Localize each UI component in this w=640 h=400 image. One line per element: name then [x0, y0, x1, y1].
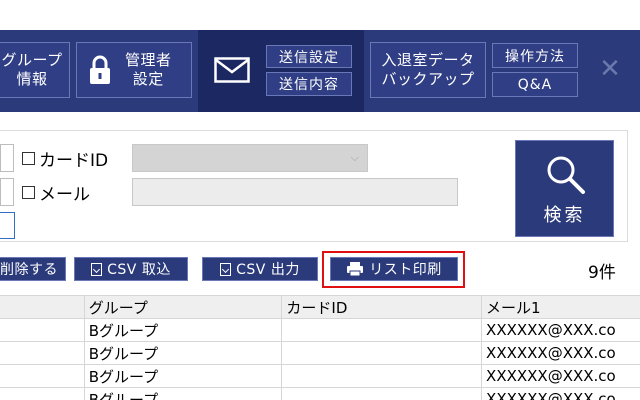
- search-icon: [547, 156, 585, 194]
- user-table: グループ カードID メール1 Bグループ XXXXXX@XXX.co Bグルー…: [0, 295, 640, 400]
- cell-name: [0, 387, 85, 400]
- email-input[interactable]: [132, 178, 458, 206]
- qa-label: Q&A: [517, 76, 553, 93]
- column-header-name[interactable]: [0, 295, 85, 319]
- csv-import-label: CSV 取込: [107, 262, 171, 278]
- delete-button[interactable]: 削除する: [0, 257, 66, 281]
- cell-name: [0, 364, 85, 388]
- search-button-label: 検索: [543, 205, 586, 226]
- lock-icon: [90, 55, 110, 84]
- howto-label: 操作方法: [505, 48, 565, 65]
- email-filter[interactable]: メール: [22, 180, 90, 205]
- file-export-icon: [220, 262, 232, 276]
- card-id-select[interactable]: ⌵: [132, 144, 368, 172]
- cell-group: Bグループ: [83, 364, 283, 388]
- focused-field-stub[interactable]: [0, 212, 15, 239]
- group-info-button[interactable]: グループ 情報: [0, 42, 70, 98]
- send-settings-label: 送信設定: [279, 49, 339, 66]
- close-icon[interactable]: ✕: [596, 55, 624, 83]
- cell-card-id: [281, 387, 483, 400]
- delete-label: 削除する: [0, 262, 58, 278]
- cell-card-id: [281, 341, 483, 365]
- cell-email1: XXXXXX@XXX.co: [481, 387, 640, 400]
- cell-group: Bグループ: [83, 387, 283, 400]
- chevron-down-icon: ⌵: [350, 151, 359, 164]
- email-checkbox[interactable]: [22, 185, 35, 199]
- file-import-icon: [91, 262, 103, 276]
- admin-settings-label: 管理者 設定: [125, 51, 172, 88]
- cell-card-id: [281, 318, 483, 342]
- cell-name: [0, 341, 85, 365]
- qa-button[interactable]: Q&A: [492, 72, 578, 97]
- table-header-row: グループ カードID メール1: [0, 295, 640, 319]
- howto-button[interactable]: 操作方法: [492, 43, 578, 68]
- column-header-email1[interactable]: メール1: [481, 295, 640, 319]
- table-row[interactable]: Bグループ XXXXXX@XXX.co: [0, 341, 640, 365]
- admin-settings-button[interactable]: 管理者 設定: [76, 42, 192, 98]
- table-row[interactable]: Bグループ XXXXXX@XXX.co: [0, 364, 640, 388]
- cell-email1: XXXXXX@XXX.co: [481, 318, 640, 342]
- search-button[interactable]: 検索: [515, 140, 614, 237]
- card-id-filter[interactable]: カードID: [22, 146, 109, 171]
- cell-group: Bグループ: [83, 318, 283, 342]
- cell-email1: XXXXXX@XXX.co: [481, 341, 640, 365]
- backup-button[interactable]: 入退室データ バックアップ: [370, 42, 486, 98]
- group-info-label: グループ 情報: [1, 51, 63, 88]
- main-nav: グループ 情報 管理者 設定 送信設定 送信内容 入退室データ バックアップ 操…: [0, 30, 640, 112]
- cell-email1: XXXXXX@XXX.co: [481, 364, 640, 388]
- cell-name: [0, 318, 85, 342]
- send-content-label: 送信内容: [279, 77, 339, 93]
- card-id-label: カードID: [39, 150, 109, 171]
- column-header-card-id[interactable]: カードID: [281, 295, 483, 319]
- column-header-group[interactable]: グループ: [83, 295, 283, 319]
- highlight-box: [322, 251, 465, 288]
- prev-field-stub-2[interactable]: [0, 178, 14, 206]
- csv-export-label: CSV 出力: [236, 262, 300, 278]
- top-bar: グループ 情報 管理者 設定 送信設定 送信内容 入退室データ バックアップ 操…: [0, 0, 640, 112]
- csv-import-button[interactable]: CSV 取込: [74, 257, 188, 281]
- table-row[interactable]: Bグループ XXXXXX@XXX.co: [0, 318, 640, 342]
- backup-label: 入退室データ バックアップ: [381, 51, 475, 88]
- csv-export-button[interactable]: CSV 出力: [202, 257, 318, 281]
- card-id-checkbox[interactable]: [22, 151, 35, 165]
- mail-icon: [214, 57, 250, 83]
- cell-card-id: [281, 364, 483, 388]
- prev-field-stub-1[interactable]: [0, 144, 14, 172]
- table-row[interactable]: Bグループ XXXXXX@XXX.co: [0, 387, 640, 400]
- cell-group: Bグループ: [83, 341, 283, 365]
- send-settings-button[interactable]: 送信設定: [266, 45, 352, 68]
- send-content-button[interactable]: 送信内容: [266, 72, 352, 96]
- result-count: 9件: [588, 263, 616, 283]
- email-label: メール: [39, 184, 90, 205]
